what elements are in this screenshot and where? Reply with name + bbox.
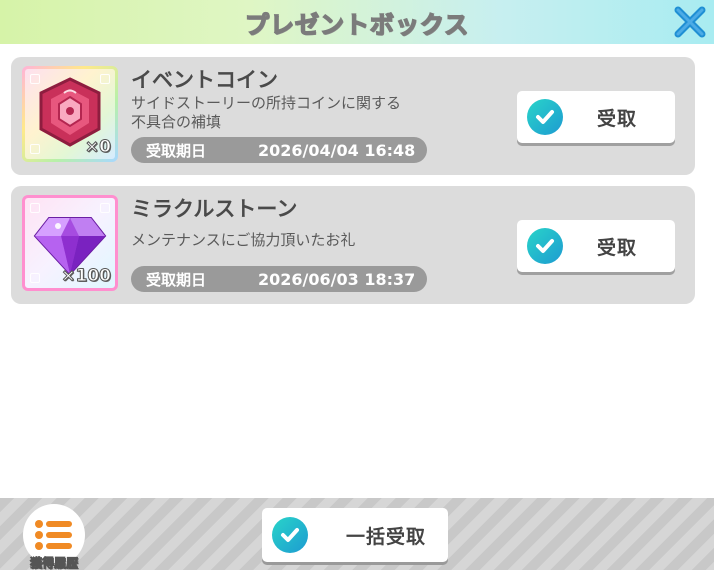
item-quantity: ×100 [61,266,112,287]
claim-button-label: 受取 [597,236,638,259]
expiry-date-value: 2026/06/03 18:37 [258,269,416,289]
expiry-date-value: 2026/04/04 16:48 [258,140,416,160]
check-icon [527,228,563,264]
expiry-date-label: 受取期日 [146,270,207,289]
item-thumbnail: ×0 [22,66,118,162]
claim-button[interactable]: 受取 [517,220,675,272]
claim-button[interactable]: 受取 [517,91,675,143]
expiry-date-label: 受取期日 [146,141,207,160]
present-item-card: ×0 イベントコイン サイドストーリーの所持コインに関する 不具合の補填 受取期… [11,57,695,175]
history-button-label: 獲得履歴 [29,556,79,571]
claim-all-button-label: 一括受取 [346,525,427,548]
close-button[interactable] [672,4,708,40]
close-icon [674,6,706,38]
item-quantity: ×0 [84,137,111,158]
present-item-card: ×100 ミラクルストーン メンテナンスにご協力頂いたお礼 受取期日 2026/… [11,186,695,304]
list-icon [35,520,72,550]
expiry-date-pill: 受取期日 2026/04/04 16:48 [131,137,427,163]
header-bar: プレゼントボックス [0,0,714,44]
check-icon [272,517,308,553]
claim-all-button[interactable]: 一括受取 [262,508,448,562]
item-name: ミラクルストーン [131,197,298,221]
item-description: メンテナンスにご協力頂いたお礼 [131,231,451,250]
claim-button-label: 受取 [597,107,638,130]
expiry-date-pill: 受取期日 2026/06/03 18:37 [131,266,427,292]
item-description-line: メンテナンスにご協力頂いたお礼 [131,231,356,249]
page-title: プレゼントボックス [244,10,470,39]
history-button[interactable]: 獲得履歴 [22,504,86,571]
item-description-line: 不具合の補填 [131,113,222,131]
item-description-line: サイドストーリーの所持コインに関する [131,94,402,112]
check-icon [527,99,563,135]
item-description: サイドストーリーの所持コインに関する 不具合の補填 [131,94,451,132]
item-name: イベントコイン [131,68,278,92]
item-thumbnail: ×100 [22,195,118,291]
